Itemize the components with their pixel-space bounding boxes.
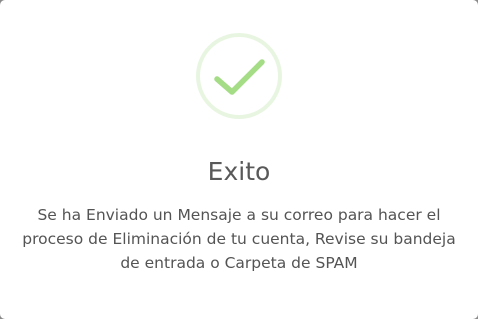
success-checkmark-icon	[195, 32, 283, 120]
success-dialog: Exito Se ha Enviado un Mensaje a su corr…	[0, 0, 478, 319]
dialog-message: Se ha Enviado un Mensaje a su correo par…	[22, 206, 456, 272]
dialog-title: Exito	[207, 157, 271, 186]
